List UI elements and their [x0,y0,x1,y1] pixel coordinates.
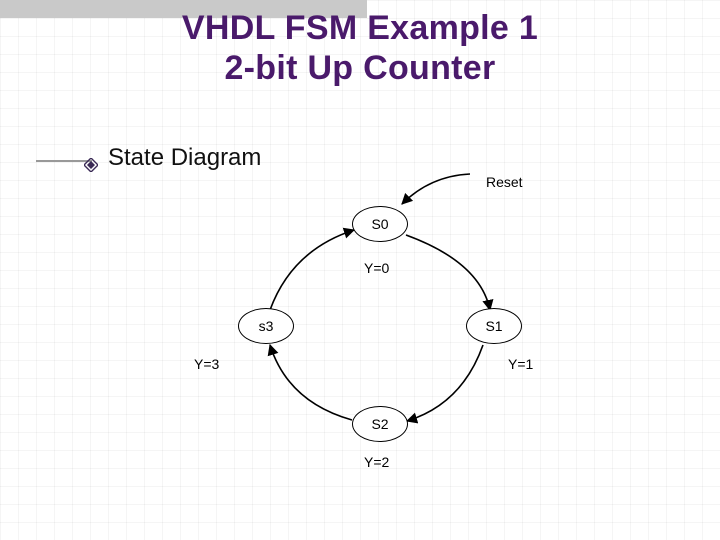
fsm-state-diagram: S0 S1 S2 s3 Reset Y=0 Y=1 Y=2 Y=3 [200,180,560,500]
edge-s3-s0 [270,230,354,310]
edge-s1-s2 [407,345,483,421]
state-s3-label: s3 [259,318,274,334]
state-s2: S2 [352,406,408,442]
slide-title: VHDL FSM Example 1 2-bit Up Counter [0,8,720,88]
output-y0: Y=0 [364,260,389,276]
state-s2-label: S2 [371,416,388,432]
output-y3: Y=3 [194,356,219,372]
edge-s2-s3 [270,345,352,420]
slide: VHDL FSM Example 1 2-bit Up Counter Stat… [0,0,720,540]
reset-label: Reset [486,174,523,190]
reset-arrow [402,174,470,204]
state-s0: S0 [352,206,408,242]
edge-s0-s1 [406,235,490,310]
bullet-item: State Diagram [84,144,261,172]
title-line-1: VHDL FSM Example 1 [0,8,720,48]
state-s1: S1 [466,308,522,344]
output-y1: Y=1 [508,356,533,372]
output-y2: Y=2 [364,454,389,470]
state-s3: s3 [238,308,294,344]
state-s1-label: S1 [485,318,502,334]
bullet-label: State Diagram [108,144,261,172]
state-s0-label: S0 [371,216,388,232]
title-line-2: 2-bit Up Counter [0,48,720,88]
diamond-bullet-icon [84,151,98,165]
